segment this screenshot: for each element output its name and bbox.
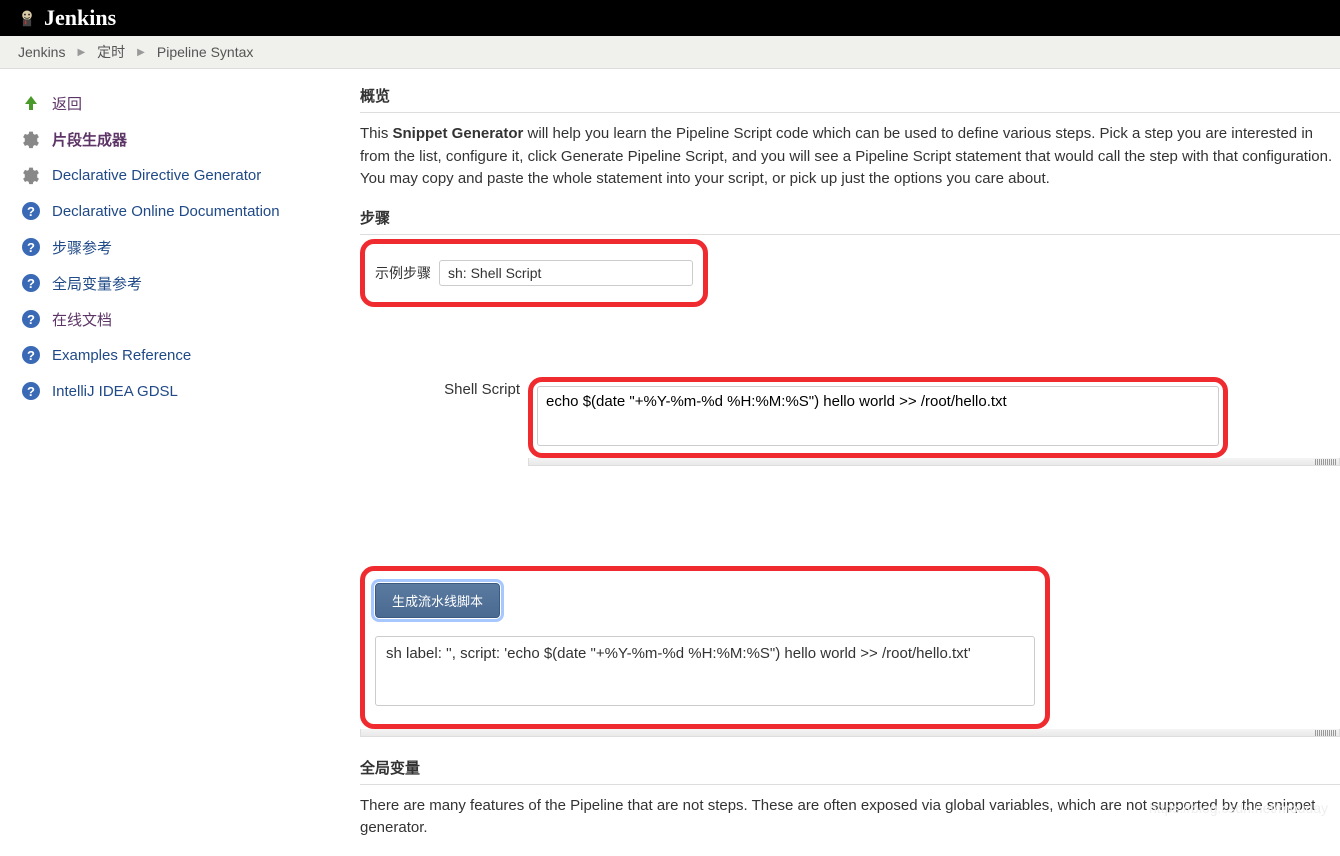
breadcrumb-item[interactable]: Jenkins bbox=[18, 44, 65, 60]
sidebar-item-intellij-gdsl[interactable]: ? IntelliJ IDEA GDSL bbox=[16, 373, 360, 409]
sidebar-item-label: 片段生成器 bbox=[52, 129, 127, 150]
overview-title: 概览 bbox=[360, 85, 1340, 113]
shell-script-input[interactable]: echo $(date "+%Y-%m-%d %H:%M:%S") hello … bbox=[537, 386, 1219, 446]
sidebar-item-label: 返回 bbox=[52, 93, 82, 114]
sidebar: 返回 片段生成器 Declarative Directive Generator… bbox=[0, 69, 360, 856]
step-select-value: sh: Shell Script bbox=[448, 265, 541, 281]
sidebar-item-label: Declarative Online Documentation bbox=[52, 203, 280, 220]
help-icon: ? bbox=[20, 308, 42, 330]
sidebar-item-declarative-directive[interactable]: Declarative Directive Generator bbox=[16, 157, 360, 193]
highlight-step: 示例步骤 sh: Shell Script bbox=[360, 239, 708, 307]
step-section-title: 步骤 bbox=[360, 207, 1340, 235]
gear-icon bbox=[20, 128, 42, 150]
breadcrumb-item[interactable]: 定时 bbox=[97, 42, 125, 62]
sidebar-item-label: 步骤参考 bbox=[52, 237, 112, 258]
shell-script-label: Shell Script bbox=[360, 377, 520, 458]
sidebar-item-label: Examples Reference bbox=[52, 347, 191, 364]
generated-script-output[interactable]: sh label: '', script: 'echo $(date "+%Y-… bbox=[375, 636, 1035, 706]
chevron-right-icon: ▶ bbox=[77, 47, 85, 58]
intro-text: This Snippet Generator will help you lea… bbox=[360, 123, 1340, 191]
logo[interactable]: Jenkins bbox=[16, 5, 116, 31]
global-vars-title: 全局变量 bbox=[360, 757, 1340, 785]
resize-handle[interactable] bbox=[360, 729, 1340, 737]
highlight-shell: echo $(date "+%Y-%m-%d %H:%M:%S") hello … bbox=[528, 377, 1228, 458]
sidebar-item-examples-ref[interactable]: ? Examples Reference bbox=[16, 337, 360, 373]
svg-text:?: ? bbox=[27, 348, 35, 363]
step-label: 示例步骤 bbox=[375, 263, 431, 283]
help-icon: ? bbox=[20, 200, 42, 222]
breadcrumb: Jenkins ▶ 定时 ▶ Pipeline Syntax bbox=[0, 36, 1340, 69]
sidebar-item-step-ref[interactable]: ? 步骤参考 bbox=[16, 229, 360, 265]
generate-pipeline-button[interactable]: 生成流水线脚本 bbox=[375, 583, 500, 618]
jenkins-logo-icon bbox=[16, 7, 38, 29]
logo-text: Jenkins bbox=[44, 5, 116, 31]
svg-text:?: ? bbox=[27, 240, 35, 255]
sidebar-item-back[interactable]: 返回 bbox=[16, 85, 360, 121]
help-icon: ? bbox=[20, 236, 42, 258]
breadcrumb-item[interactable]: Pipeline Syntax bbox=[157, 44, 254, 60]
svg-text:?: ? bbox=[27, 312, 35, 327]
sample-step-select[interactable]: sh: Shell Script bbox=[439, 260, 693, 286]
sidebar-item-snippet-generator[interactable]: 片段生成器 bbox=[16, 121, 360, 157]
sidebar-item-label: IntelliJ IDEA GDSL bbox=[52, 383, 178, 400]
sidebar-item-online-docs[interactable]: ? 在线文档 bbox=[16, 301, 360, 337]
gear-icon bbox=[20, 164, 42, 186]
help-icon: ? bbox=[20, 344, 42, 366]
up-arrow-icon bbox=[20, 92, 42, 114]
svg-text:?: ? bbox=[27, 276, 35, 291]
help-icon: ? bbox=[20, 272, 42, 294]
help-icon: ? bbox=[20, 380, 42, 402]
sidebar-item-label: 全局变量参考 bbox=[52, 273, 142, 294]
sidebar-item-global-var-ref[interactable]: ? 全局变量参考 bbox=[16, 265, 360, 301]
sidebar-item-declarative-docs[interactable]: ? Declarative Online Documentation bbox=[16, 193, 360, 229]
chevron-right-icon: ▶ bbox=[137, 47, 145, 58]
resize-handle[interactable] bbox=[528, 458, 1340, 466]
main-content: 概览 This Snippet Generator will help you … bbox=[360, 69, 1340, 856]
svg-text:?: ? bbox=[27, 204, 35, 219]
watermark: https://blog.csdn.net/mouday bbox=[1149, 800, 1328, 816]
highlight-generate: 生成流水线脚本 sh label: '', script: 'echo $(da… bbox=[360, 566, 1050, 729]
sidebar-item-label: Declarative Directive Generator bbox=[52, 167, 261, 184]
header-bar: Jenkins bbox=[0, 0, 1340, 36]
svg-text:?: ? bbox=[27, 384, 35, 399]
sidebar-item-label: 在线文档 bbox=[52, 309, 112, 330]
